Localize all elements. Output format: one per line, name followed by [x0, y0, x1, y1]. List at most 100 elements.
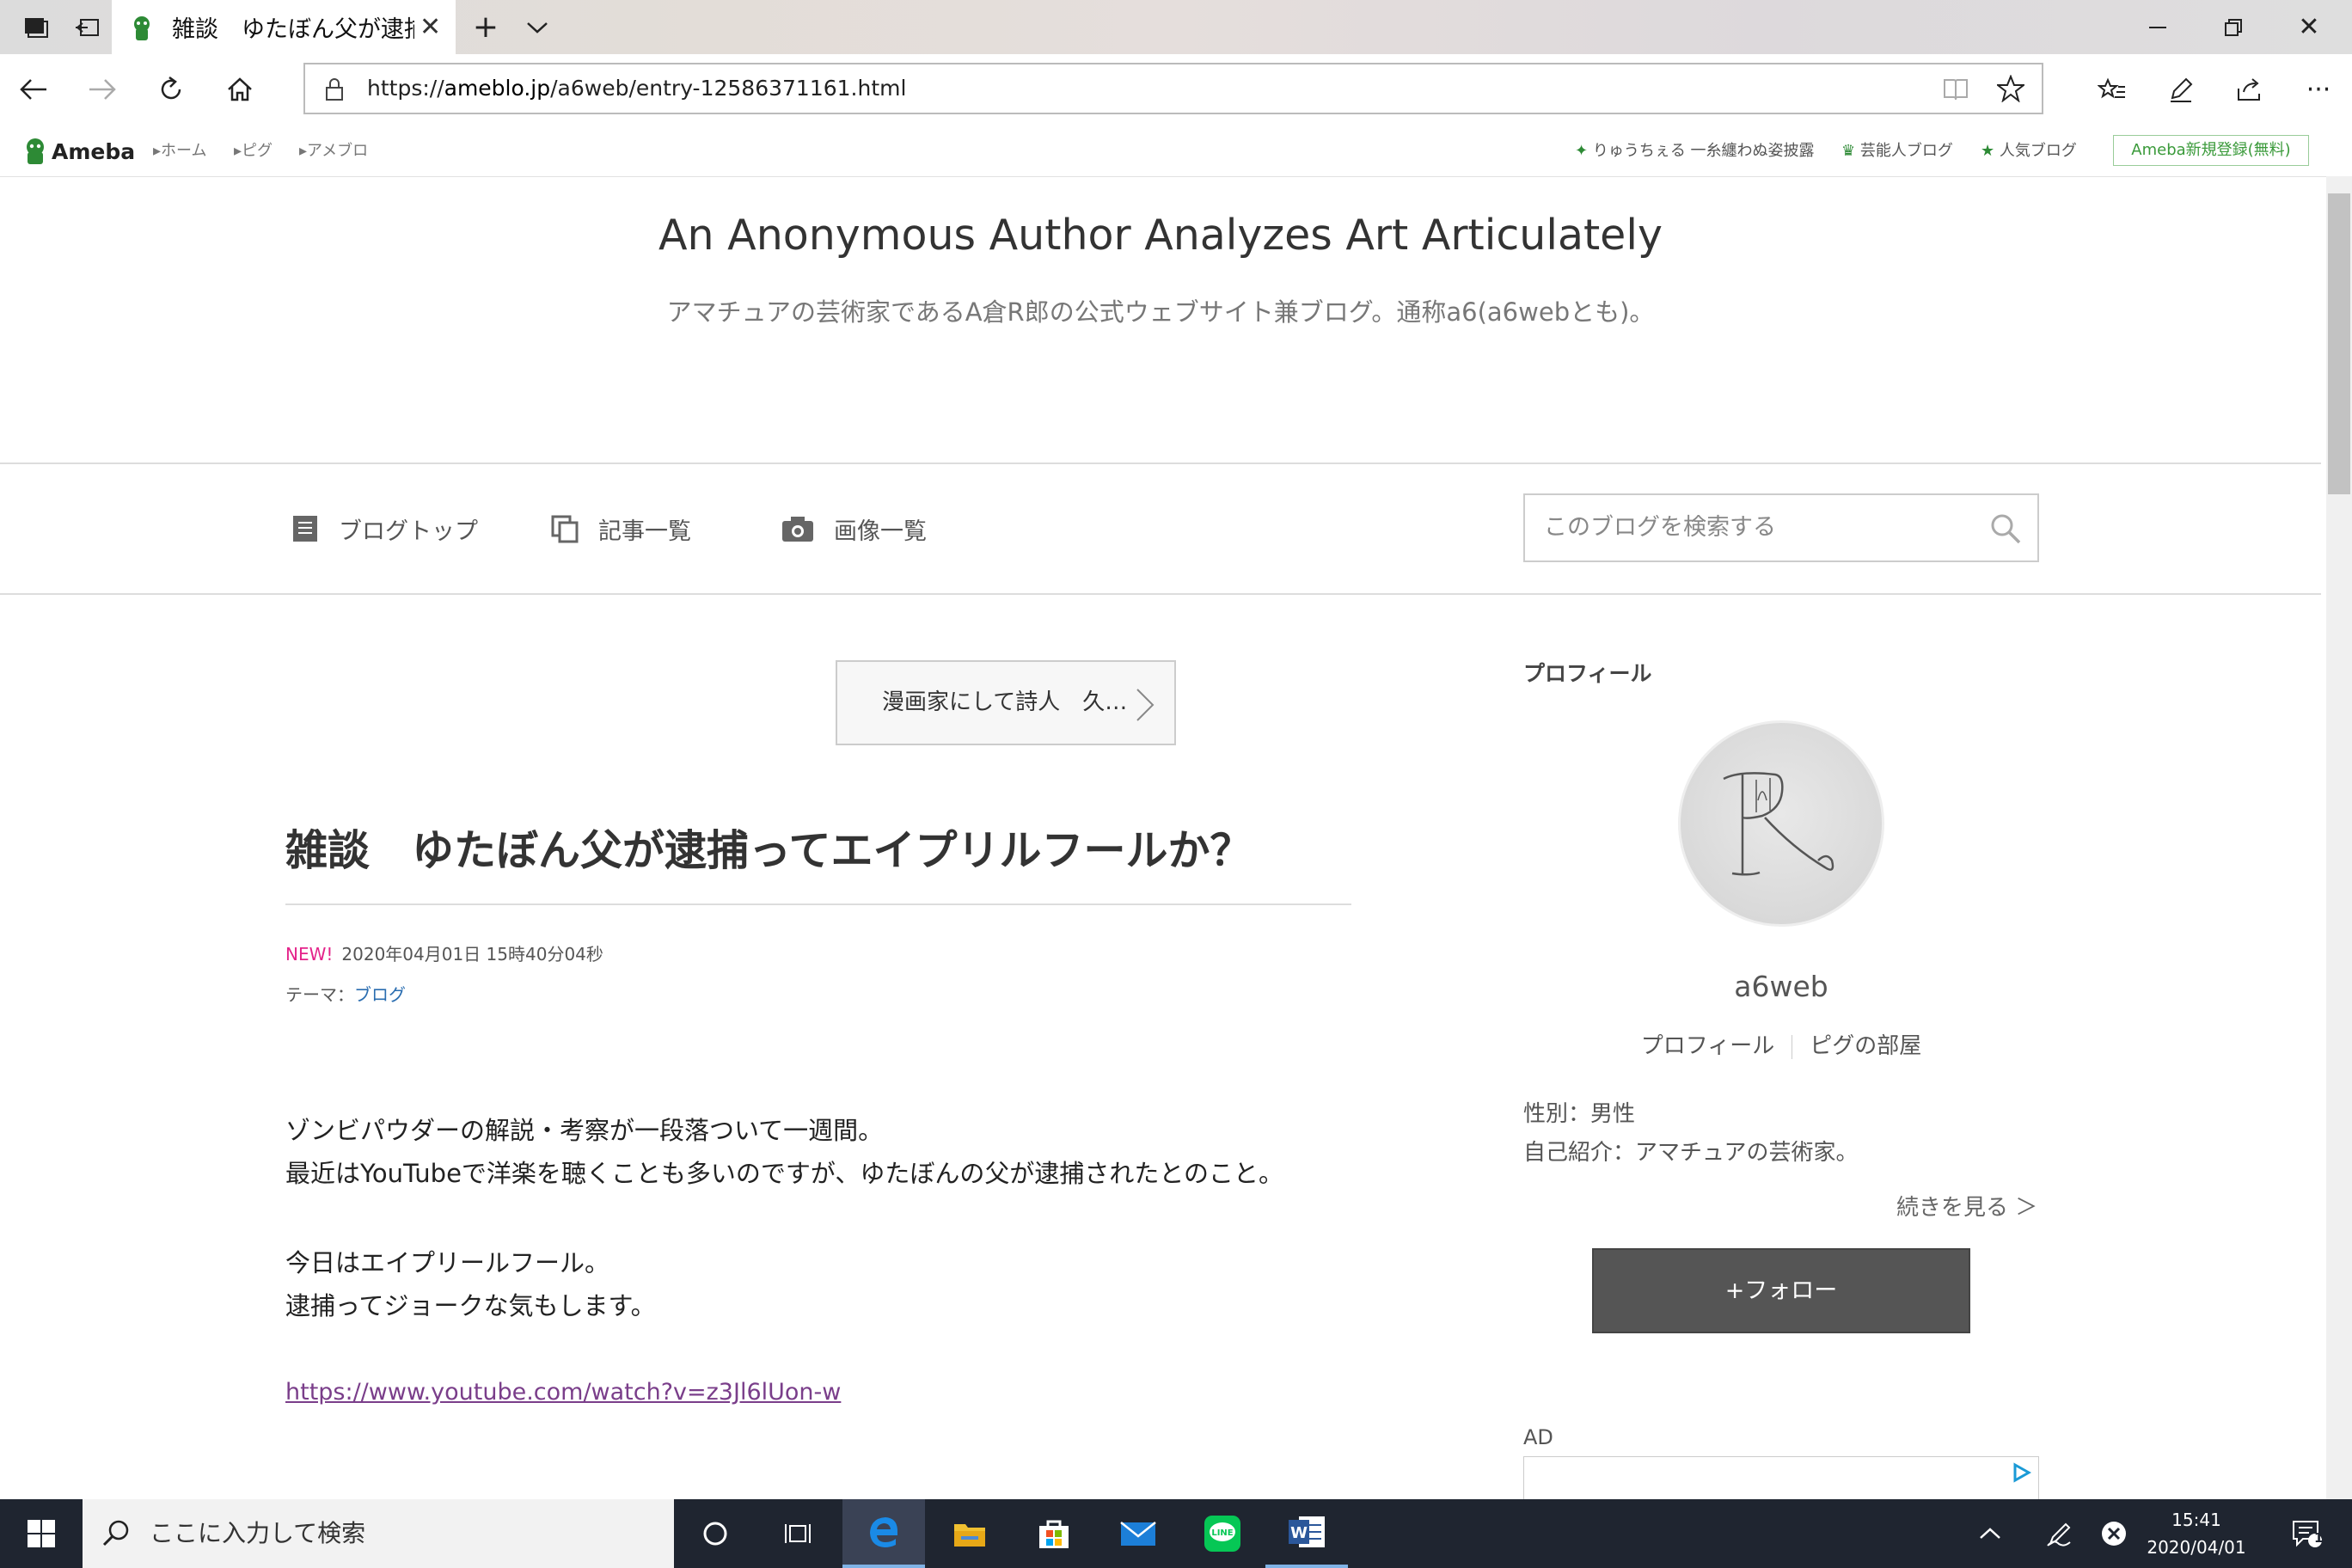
tab-active[interactable]: 雑談 ゆたぼん父が逮捕: ✕	[112, 0, 456, 54]
store-bag-icon	[1039, 1520, 1069, 1548]
taskbar-search-input[interactable]: ここに入力して検索	[83, 1499, 674, 1568]
header-link-popular[interactable]: ★ 人気ブログ	[1981, 125, 2077, 178]
task-view-button[interactable]	[756, 1499, 839, 1568]
browser-toolbar: https://ameblo.jp/a6web/entry-1258637116…	[0, 54, 2352, 126]
task-view-icon	[785, 1524, 811, 1543]
url-text: https://ameblo.jp/a6web/entry-1258637116…	[367, 64, 906, 113]
action-center-button[interactable]: 1	[2269, 1499, 2343, 1568]
green-sparkle-icon: ✦	[1575, 142, 1589, 160]
nav-blog-top[interactable]: ブログトップ	[291, 464, 478, 593]
search-icon	[102, 1520, 129, 1547]
refresh-icon	[161, 76, 181, 100]
browser-tab-strip: 雑談 ゆたぼん父が逮捕: ✕ + ✕	[0, 0, 2352, 54]
chevron-right-icon	[1136, 689, 1155, 721]
nav-blog-top-label: ブログトップ	[339, 518, 478, 545]
back-arrow-icon	[20, 79, 46, 100]
taskbar-edge[interactable]	[842, 1499, 925, 1568]
header-link-popular-label: 人気ブログ	[1999, 142, 2077, 160]
back-button[interactable]	[3, 54, 64, 125]
header-link-celebrity[interactable]: ♛ 芸能人ブログ	[1841, 125, 1953, 178]
set-aside-tabs-icon[interactable]	[62, 0, 112, 54]
cortana-button[interactable]	[674, 1499, 756, 1568]
profile-links: プロフィール ピグの部屋	[1523, 1028, 2039, 1060]
taskbar-line[interactable]: LINE	[1181, 1499, 1264, 1568]
star-icon: ★	[1981, 142, 1995, 160]
header-link-celebrity-label: 芸能人ブログ	[1859, 142, 1953, 160]
document-icon	[293, 516, 317, 542]
pen-workspace-button[interactable]	[2029, 1499, 2089, 1568]
more-menu-icon[interactable]: ···	[2288, 54, 2349, 125]
camera-icon	[782, 517, 813, 542]
edge-browser-icon	[870, 1517, 897, 1547]
taskbar-store[interactable]	[1013, 1499, 1095, 1568]
close-tab-icon[interactable]: ✕	[420, 12, 441, 42]
avatar-drawing-icon	[1723, 772, 1834, 876]
favorites-hub-button[interactable]	[2082, 54, 2142, 125]
taskbar-clock[interactable]: 15:41 2020/04/01	[2123, 1506, 2269, 1561]
header-link-news[interactable]: ✦ りゅうちぇる 一糸纏わぬ姿披露	[1575, 125, 1815, 178]
theme-link[interactable]: ブログ	[354, 984, 406, 1005]
blog-search-input[interactable]: このブログを検索する	[1523, 493, 2039, 562]
windows-taskbar: ここに入力して検索 LINE W 15:41 2020/04/01 1	[0, 1499, 2352, 1568]
notification-count: 1	[2314, 1530, 2324, 1546]
home-button[interactable]	[210, 54, 270, 125]
adchoices-icon[interactable]	[2011, 1462, 2031, 1483]
reading-view-icon[interactable]	[1943, 77, 1969, 101]
forward-button[interactable]	[72, 54, 132, 125]
start-button[interactable]	[0, 1499, 83, 1568]
profile-intro: 自己紹介：アマチュアの芸術家。	[1523, 1140, 1859, 1166]
crumb-home[interactable]: ▸ホーム	[153, 125, 207, 178]
url-path: /a6web/entry-12586371161.html	[550, 76, 907, 101]
taskbar-file-explorer[interactable]	[928, 1499, 1011, 1568]
follow-button[interactable]: +フォロー	[1592, 1248, 1970, 1333]
tab-title: 雑談 ゆたぼん父が逮捕:	[172, 16, 414, 43]
minimize-icon[interactable]	[2123, 0, 2192, 54]
profile-link[interactable]: プロフィール	[1641, 1033, 1774, 1059]
address-bar[interactable]: https://ameblo.jp/a6web/entry-1258637116…	[303, 63, 2043, 114]
new-tab-icon[interactable]: +	[464, 0, 507, 54]
blog-title[interactable]: An Anonymous Author Analyzes Art Articul…	[0, 211, 2321, 260]
taskbar-mail[interactable]	[1097, 1499, 1179, 1568]
previous-post-button[interactable]: 漫画家にして詩人 久…	[836, 660, 1176, 745]
nav-image-list[interactable]: 画像一覧	[781, 464, 927, 593]
read-more-link[interactable]: 続きを見る ＞	[1896, 1190, 2037, 1222]
search-placeholder: このブログを検索する	[1544, 514, 1776, 541]
tab-actions-icon[interactable]	[10, 0, 62, 54]
signup-button[interactable]: Ameba新規登録(無料)	[2113, 135, 2309, 166]
entry-title: 雑談 ゆたぼん父が逮捕ってエイプリルフールか？	[285, 826, 1253, 875]
share-button[interactable]	[2220, 54, 2280, 125]
blog-nav: ブログトップ 記事一覧 画像一覧 このブログを検索する	[0, 462, 2321, 595]
profile-username[interactable]: a6web	[1523, 970, 2039, 1003]
ameba-logo[interactable]: Ameba	[22, 137, 135, 166]
paragraph-1: ゾンビパウダーの解説・考察が一段落ついて一週間。	[285, 1116, 884, 1145]
nav-article-list[interactable]: 記事一覧	[550, 464, 691, 593]
crumb-pig[interactable]: ▸ピグ	[234, 125, 273, 178]
pig-room-link[interactable]: ピグの部屋	[1810, 1033, 1921, 1059]
refresh-button[interactable]	[141, 54, 201, 125]
youtube-link[interactable]: https://www.youtube.com/watch?v=z3Jl6lUo…	[285, 1379, 841, 1406]
pen-icon	[2171, 77, 2193, 102]
cortana-circle-icon	[703, 1522, 727, 1546]
theme-label: テーマ：	[285, 984, 354, 1005]
search-icon[interactable]	[1989, 512, 2022, 545]
close-window-icon[interactable]: ✕	[2275, 0, 2343, 54]
clock-time: 15:41	[2171, 1510, 2221, 1530]
crown-icon: ♛	[1841, 142, 1856, 160]
taskbar-word[interactable]: W	[1265, 1499, 1348, 1568]
avatar[interactable]	[1678, 720, 1884, 927]
svg-text:W: W	[1290, 1524, 1308, 1542]
web-notes-button[interactable]	[2151, 54, 2211, 125]
restore-icon[interactable]	[2199, 0, 2268, 54]
mail-icon	[1120, 1522, 1156, 1546]
tab-list-chevron-icon[interactable]	[516, 0, 559, 54]
favorite-star-icon[interactable]	[1997, 75, 2024, 102]
clock-date: 2020/04/01	[2147, 1537, 2246, 1558]
svg-text:LINE: LINE	[1211, 1528, 1233, 1538]
forward-arrow-icon	[89, 79, 116, 100]
ad-label: AD	[1523, 1425, 1553, 1449]
favorites-list-icon	[2098, 77, 2125, 99]
paragraph-2: 最近はYouTubeで洋楽を聴くことも多いのですが、ゆたぼんの父が逮捕されたとの…	[285, 1159, 1284, 1188]
show-hidden-icons-button[interactable]	[1960, 1499, 2020, 1568]
scrollbar-thumb[interactable]	[2328, 193, 2350, 494]
crumb-ameblo[interactable]: ▸アメブロ	[299, 125, 368, 178]
